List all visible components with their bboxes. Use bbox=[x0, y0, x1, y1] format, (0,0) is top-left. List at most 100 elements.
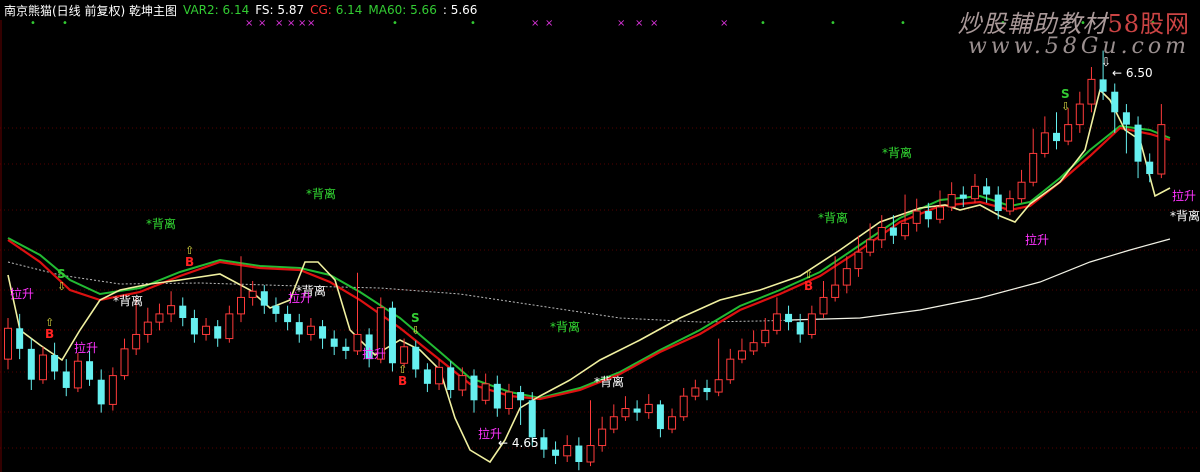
indicator-cg-value: 6.14 bbox=[335, 3, 363, 17]
candle-body-up bbox=[842, 268, 851, 286]
candle-body-down bbox=[703, 387, 711, 393]
top-signal-mark: • bbox=[470, 18, 476, 29]
candle-body-up bbox=[866, 239, 875, 253]
candle-body-up bbox=[458, 375, 467, 391]
chart-label-beili: *背离 bbox=[550, 319, 580, 334]
candle-body-up bbox=[737, 350, 746, 360]
chart-label-beili: *背离 bbox=[1170, 208, 1200, 223]
candle-body-down bbox=[575, 445, 583, 462]
candle-body-up bbox=[1064, 124, 1073, 142]
indicator-cg: CG: 6.14 bbox=[310, 3, 362, 17]
candle-body-up bbox=[749, 342, 758, 352]
candle-body-down bbox=[552, 449, 560, 456]
top-signal-mark: × bbox=[258, 18, 266, 29]
candle-body-down bbox=[656, 404, 664, 430]
high-price-label: ← 6.50 bbox=[1112, 66, 1153, 80]
candle-body-down bbox=[959, 194, 967, 199]
candle-body-up bbox=[1005, 198, 1014, 212]
sell-marker: S bbox=[411, 311, 420, 325]
candle-body-down bbox=[16, 328, 24, 349]
candle-body-up bbox=[306, 325, 315, 335]
top-signal-mark: × bbox=[531, 18, 539, 29]
candle-body-up bbox=[120, 348, 129, 377]
candle-body-down bbox=[272, 305, 280, 314]
candle-body-up bbox=[1029, 152, 1038, 183]
top-signal-mark: × bbox=[617, 18, 625, 29]
chart-label-lasheng: 拉升 bbox=[288, 290, 312, 305]
candle-body-down bbox=[796, 322, 804, 335]
candle-body-up bbox=[237, 296, 245, 315]
candle-body-up bbox=[691, 387, 700, 397]
indicator-ma60-label: MA60: bbox=[368, 3, 407, 17]
candle-body-up bbox=[714, 379, 723, 393]
top-signal-mark: × bbox=[298, 18, 306, 29]
candle-body-up bbox=[435, 366, 444, 385]
candle-body-down bbox=[214, 326, 222, 339]
chart-label-beili: *背离 bbox=[882, 145, 912, 160]
buy-marker: B bbox=[185, 255, 194, 269]
low-price-label: ← 4.65 bbox=[498, 436, 539, 450]
candle-body-up bbox=[143, 321, 152, 335]
candle-body-down bbox=[190, 318, 198, 335]
candle-body-up bbox=[481, 383, 490, 401]
candle-body-up bbox=[668, 416, 677, 430]
candle-body-up bbox=[970, 185, 979, 200]
indicator-var2-value: 6.14 bbox=[222, 3, 250, 17]
candle-body-down bbox=[540, 437, 548, 450]
candle-body-down bbox=[319, 326, 327, 339]
candle-body-down bbox=[412, 346, 420, 370]
candle-body-up bbox=[819, 296, 828, 315]
candle-body-down bbox=[1122, 112, 1130, 125]
ma-red-line bbox=[7, 126, 1171, 401]
candle-body-down bbox=[423, 369, 431, 384]
top-signal-mark: × bbox=[245, 18, 253, 29]
candlestick-chart[interactable]: • • × × × × × × • • × × × × × × • • • • • •*背离*背离*背离*背离*背离*背离… bbox=[0, 0, 1200, 472]
candle-body-up bbox=[353, 333, 362, 352]
candle-body-down bbox=[1099, 79, 1107, 92]
candle-body-down bbox=[493, 383, 501, 409]
candle-body-up bbox=[621, 408, 630, 418]
candle-body-up bbox=[225, 313, 234, 340]
candle-body-down bbox=[633, 408, 641, 413]
chart-label-lasheng: 拉升 bbox=[1025, 232, 1049, 247]
chart-label-beili: *背离 bbox=[594, 374, 624, 389]
candle-body-up bbox=[167, 305, 176, 315]
candle-body-up bbox=[761, 329, 770, 344]
indicator-extra-value: 5.66 bbox=[450, 3, 478, 17]
chart-label-beili: *背离 bbox=[146, 216, 176, 231]
candle-body-up bbox=[936, 206, 944, 220]
top-signal-mark: × bbox=[650, 18, 658, 29]
candle-body-up bbox=[155, 313, 164, 323]
candle-body-down bbox=[447, 367, 455, 390]
stock-chart-window[interactable]: • • × × × × × × • • × × × × × × • • • • • • *背离 *背离 *背离 *背离 *背离 *背离… bbox=[0, 0, 1200, 472]
candle-body-up bbox=[598, 428, 607, 447]
candle-body-up bbox=[1157, 124, 1166, 175]
candle-body-up bbox=[1087, 78, 1096, 105]
candle-body-up bbox=[400, 346, 409, 364]
candle-body-down bbox=[889, 227, 897, 236]
ma-green-line bbox=[7, 124, 1171, 400]
ma-long-dotted-line bbox=[7, 261, 801, 323]
candle-body-down bbox=[284, 313, 292, 323]
candle-body-up bbox=[947, 194, 956, 208]
candle-body-up bbox=[108, 375, 117, 405]
candle-body-up bbox=[772, 313, 781, 331]
top-signal-mark: • bbox=[760, 18, 766, 29]
chart-label-lasheng: 拉升 bbox=[74, 340, 98, 355]
candle-body-down bbox=[86, 361, 94, 380]
candle-body-down bbox=[62, 371, 70, 388]
sell-arrow-icon: ⇩ bbox=[1061, 100, 1070, 113]
candle-body-up bbox=[1075, 103, 1084, 126]
candle-body-up bbox=[248, 290, 257, 298]
top-signal-mark: • bbox=[62, 18, 68, 29]
candle-body-up bbox=[912, 210, 921, 224]
candle-body-down bbox=[295, 322, 303, 335]
candle-body-down bbox=[528, 400, 536, 438]
sell-arrow-icon: ⇩ bbox=[57, 280, 66, 293]
chart-title: 南京熊猫(日线 前复权) 乾坤主图 bbox=[4, 3, 177, 18]
candle-body-down bbox=[27, 348, 35, 380]
candle-body-down bbox=[1134, 124, 1142, 162]
top-signal-mark: • bbox=[392, 18, 398, 29]
top-signal-mark: • bbox=[30, 18, 36, 29]
indicator-extra-sep: : bbox=[442, 3, 447, 17]
